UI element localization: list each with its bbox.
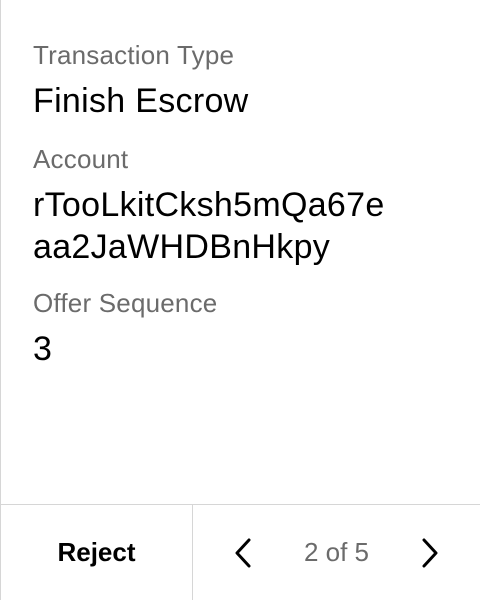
previous-button[interactable] bbox=[223, 533, 263, 573]
next-button[interactable] bbox=[410, 533, 450, 573]
offer-sequence-value: 3 bbox=[33, 330, 53, 368]
account-label: Account bbox=[33, 144, 129, 174]
account-value-line-1: rTooLkitCksh5mQa67e bbox=[33, 186, 385, 224]
transaction-type-label: Transaction Type bbox=[33, 40, 235, 70]
footer-bar: Reject 2 of 5 bbox=[0, 504, 480, 600]
account-value-line-2: aa2JaWHDBnHkpy bbox=[33, 228, 331, 266]
chevron-right-icon bbox=[422, 538, 438, 568]
reject-button[interactable]: Reject bbox=[1, 505, 192, 600]
transaction-type-value: Finish Escrow bbox=[33, 82, 249, 120]
pager-counter: 2 of 5 bbox=[303, 537, 370, 567]
chevron-left-icon bbox=[235, 538, 251, 568]
offer-sequence-label: Offer Sequence bbox=[33, 288, 218, 318]
pager: 2 of 5 bbox=[193, 505, 480, 600]
